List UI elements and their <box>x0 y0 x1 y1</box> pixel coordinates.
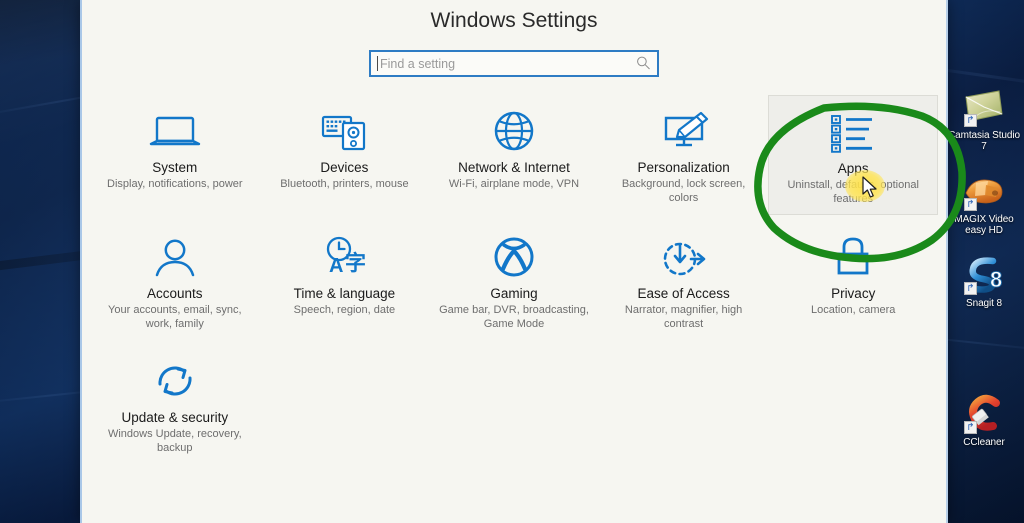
snagit-icon: 8 ↱ <box>962 254 1006 296</box>
tile-title: Accounts <box>147 286 203 301</box>
page-title: Windows Settings <box>430 9 598 32</box>
shortcut-badge-icon: ↱ <box>964 198 977 211</box>
svg-text:8: 8 <box>990 267 1002 292</box>
lock-icon <box>831 231 875 279</box>
settings-tile-apps[interactable]: Apps Uninstall, defaults, optional featu… <box>768 95 938 215</box>
tile-description: Speech, region, date <box>293 304 396 316</box>
tile-description: Narrator, magnifier, high contrast <box>624 304 743 330</box>
ccleaner-icon: ↱ <box>962 393 1006 435</box>
shortcut-badge-icon: ↱ <box>964 421 977 434</box>
settings-tile-ease-of-access[interactable]: Ease of Access Narrator, magnifier, high… <box>599 221 769 339</box>
svg-text:字: 字 <box>345 251 366 275</box>
tile-description: Uninstall, defaults, optional features <box>787 179 919 205</box>
tile-title: Network & Internet <box>458 160 570 175</box>
tile-title: Apps <box>837 161 869 176</box>
tile-description: Display, notifications, power <box>107 178 243 190</box>
xbox-icon <box>491 231 537 279</box>
settings-tile-personalization[interactable]: Personalization Background, lock screen,… <box>599 95 769 215</box>
settings-tile-network-internet[interactable]: Network & Internet Wi-Fi, airplane mode,… <box>429 95 599 215</box>
clock-language-icon: A 字 <box>317 231 371 279</box>
tile-description: Wi-Fi, airplane mode, VPN <box>448 178 580 190</box>
settings-tile-accounts[interactable]: Accounts Your accounts, email, sync, wor… <box>90 221 260 339</box>
magix-video-easy-icon: ↱ <box>962 170 1006 212</box>
settings-tile-devices[interactable]: Devices Bluetooth, printers, mouse <box>260 95 430 215</box>
camtasia-studio-icon: ↱ <box>962 86 1006 128</box>
desktop-icon-label: CCleaner <box>963 437 1005 448</box>
desktop-icon-label: Camtasia Studio 7 <box>948 130 1020 152</box>
desktop-icon-list: ↱ Camtasia Studio 7 ↱ MAGIX Video easy H… <box>946 86 1022 448</box>
tile-title: Gaming <box>490 286 538 301</box>
text-caret <box>377 56 378 71</box>
desktop-icon-label: MAGIX Video easy HD <box>954 214 1014 236</box>
search-box[interactable] <box>369 50 659 77</box>
person-icon <box>151 231 199 279</box>
settings-tile-time-language[interactable]: A 字 Time & language Speech, region, date <box>260 221 430 339</box>
desktop-icon-camtasia[interactable]: ↱ Camtasia Studio 7 <box>946 86 1022 152</box>
ease-of-access-icon <box>658 231 710 279</box>
tile-description: Bluetooth, printers, mouse <box>280 178 409 190</box>
tile-description: Your accounts, email, sync, work, family <box>108 304 242 330</box>
tile-title: Personalization <box>637 160 730 175</box>
settings-tile-privacy[interactable]: Privacy Location, camera <box>768 221 938 339</box>
settings-tile-update-security[interactable]: Update & security Windows Update, recove… <box>90 345 260 463</box>
desktop-icon-magix[interactable]: ↱ MAGIX Video easy HD <box>946 170 1022 236</box>
search-input[interactable] <box>369 50 659 77</box>
tile-title: Ease of Access <box>637 286 730 301</box>
svg-text:A: A <box>329 255 343 277</box>
desktop-icon-label: Snagit 8 <box>966 298 1002 309</box>
tile-title: System <box>152 160 198 175</box>
settings-tile-grid: System Display, notifications, power Dev… <box>82 95 946 463</box>
tile-description: Background, lock screen, colors <box>621 178 746 204</box>
keyboard-device-icon <box>317 105 371 153</box>
tile-description: Game bar, DVR, broadcasting, Game Mode <box>439 304 589 330</box>
tile-title: Devices <box>320 160 369 175</box>
refresh-icon <box>151 355 199 403</box>
settings-tile-system[interactable]: System Display, notifications, power <box>90 95 260 215</box>
list-icon <box>828 106 878 154</box>
tile-title: Privacy <box>831 286 876 301</box>
shortcut-badge-icon: ↱ <box>964 282 977 295</box>
windows-settings-window: Windows Settings System Display, notific… <box>80 0 948 523</box>
monitor-brush-icon <box>657 105 711 153</box>
settings-tile-gaming[interactable]: Gaming Game bar, DVR, broadcasting, Game… <box>429 221 599 339</box>
desktop-icon-ccleaner[interactable]: ↱ CCleaner <box>946 393 1022 448</box>
globe-icon <box>491 105 537 153</box>
laptop-icon <box>148 105 202 153</box>
shortcut-badge-icon: ↱ <box>964 114 977 127</box>
tile-title: Time & language <box>293 286 396 301</box>
desktop-icon-snagit[interactable]: 8 ↱ Snagit 8 <box>946 254 1022 309</box>
tile-description: Windows Update, recovery, backup <box>107 428 242 454</box>
tile-title: Update & security <box>121 410 229 425</box>
tile-description: Location, camera <box>811 304 896 316</box>
